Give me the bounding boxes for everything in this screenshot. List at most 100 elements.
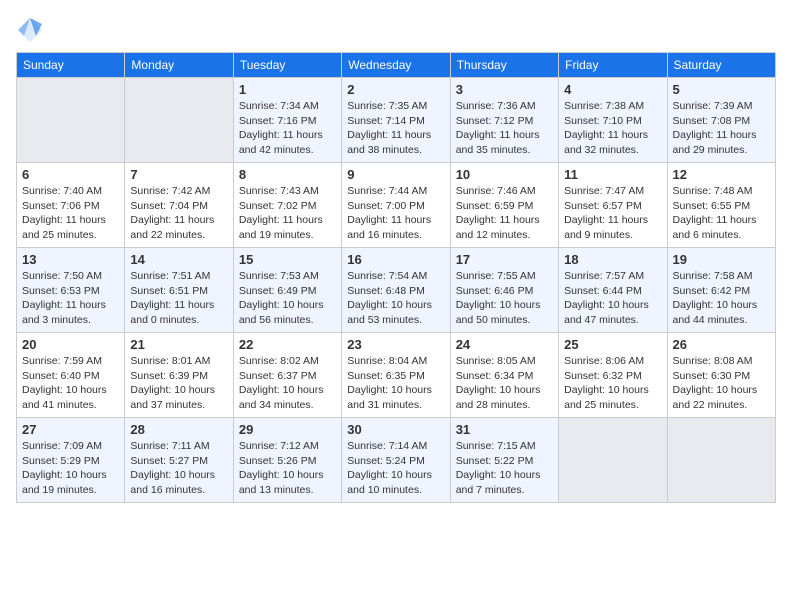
day-info: Sunrise: 7:35 AM Sunset: 7:14 PM Dayligh… (347, 99, 444, 158)
calendar-day-cell: 2 Sunrise: 7:35 AM Sunset: 7:14 PM Daylig… (342, 78, 450, 163)
calendar-day-cell: 15 Sunrise: 7:53 AM Sunset: 6:49 PM Dayli… (233, 248, 341, 333)
day-info: Sunrise: 8:05 AM Sunset: 6:34 PM Dayligh… (456, 354, 553, 413)
calendar-day-cell: 30 Sunrise: 7:14 AM Sunset: 5:24 PM Dayli… (342, 418, 450, 503)
calendar-day-cell: 21 Sunrise: 8:01 AM Sunset: 6:39 PM Dayli… (125, 333, 233, 418)
day-number: 26 (673, 337, 770, 352)
day-info: Sunrise: 7:43 AM Sunset: 7:02 PM Dayligh… (239, 184, 336, 243)
calendar-day-cell: 10 Sunrise: 7:46 AM Sunset: 6:59 PM Dayli… (450, 163, 558, 248)
calendar-day-cell: 28 Sunrise: 7:11 AM Sunset: 5:27 PM Dayli… (125, 418, 233, 503)
day-number: 5 (673, 82, 770, 97)
calendar-day-cell: 16 Sunrise: 7:54 AM Sunset: 6:48 PM Dayli… (342, 248, 450, 333)
day-number: 28 (130, 422, 227, 437)
weekday-header-row: SundayMondayTuesdayWednesdayThursdayFrid… (17, 53, 776, 78)
day-info: Sunrise: 7:51 AM Sunset: 6:51 PM Dayligh… (130, 269, 227, 328)
header (16, 16, 776, 44)
day-number: 25 (564, 337, 661, 352)
day-info: Sunrise: 7:55 AM Sunset: 6:46 PM Dayligh… (456, 269, 553, 328)
calendar-day-cell: 18Sunrise: 7:57 AM Sunset: 6:44 PM Dayli… (559, 248, 667, 333)
calendar-day-cell (559, 418, 667, 503)
day-number: 1 (239, 82, 336, 97)
day-number: 31 (456, 422, 553, 437)
calendar-day-cell: 12 Sunrise: 7:48 AM Sunset: 6:55 PM Dayli… (667, 163, 775, 248)
calendar-day-cell: 29 Sunrise: 7:12 AM Sunset: 5:26 PM Dayli… (233, 418, 341, 503)
day-number: 3 (456, 82, 553, 97)
day-info: Sunrise: 8:04 AM Sunset: 6:35 PM Dayligh… (347, 354, 444, 413)
weekday-header-friday: Friday (559, 53, 667, 78)
calendar-day-cell: 7Sunrise: 7:42 AM Sunset: 7:04 PM Daylig… (125, 163, 233, 248)
day-number: 23 (347, 337, 444, 352)
weekday-header-thursday: Thursday (450, 53, 558, 78)
day-number: 16 (347, 252, 444, 267)
day-info: Sunrise: 7:54 AM Sunset: 6:48 PM Dayligh… (347, 269, 444, 328)
calendar-day-cell: 25 Sunrise: 8:06 AM Sunset: 6:32 PM Dayli… (559, 333, 667, 418)
calendar-day-cell: 14Sunrise: 7:51 AM Sunset: 6:51 PM Dayli… (125, 248, 233, 333)
day-number: 29 (239, 422, 336, 437)
day-number: 10 (456, 167, 553, 182)
day-number: 12 (673, 167, 770, 182)
day-number: 8 (239, 167, 336, 182)
day-info: Sunrise: 7:40 AM Sunset: 7:06 PM Dayligh… (22, 184, 119, 243)
day-number: 4 (564, 82, 661, 97)
weekday-header-saturday: Saturday (667, 53, 775, 78)
day-info: Sunrise: 7:34 AM Sunset: 7:16 PM Dayligh… (239, 99, 336, 158)
day-number: 20 (22, 337, 119, 352)
calendar-day-cell: 20 Sunrise: 7:59 AM Sunset: 6:40 PM Dayli… (17, 333, 125, 418)
day-number: 18 (564, 252, 661, 267)
day-info: Sunrise: 7:58 AM Sunset: 6:42 PM Dayligh… (673, 269, 770, 328)
calendar-day-cell: 1 Sunrise: 7:34 AM Sunset: 7:16 PM Daylig… (233, 78, 341, 163)
day-number: 27 (22, 422, 119, 437)
calendar-day-cell: 9 Sunrise: 7:44 AM Sunset: 7:00 PM Daylig… (342, 163, 450, 248)
day-number: 7 (130, 167, 227, 182)
day-number: 11 (564, 167, 661, 182)
calendar-day-cell (125, 78, 233, 163)
day-number: 21 (130, 337, 227, 352)
calendar-day-cell: 24Sunrise: 8:05 AM Sunset: 6:34 PM Dayli… (450, 333, 558, 418)
day-info: Sunrise: 7:48 AM Sunset: 6:55 PM Dayligh… (673, 184, 770, 243)
calendar-day-cell: 26 Sunrise: 8:08 AM Sunset: 6:30 PM Dayli… (667, 333, 775, 418)
calendar-day-cell: 6 Sunrise: 7:40 AM Sunset: 7:06 PM Daylig… (17, 163, 125, 248)
day-info: Sunrise: 7:38 AM Sunset: 7:10 PM Dayligh… (564, 99, 661, 158)
day-info: Sunrise: 7:36 AM Sunset: 7:12 PM Dayligh… (456, 99, 553, 158)
day-number: 9 (347, 167, 444, 182)
day-info: Sunrise: 7:11 AM Sunset: 5:27 PM Dayligh… (130, 439, 227, 498)
calendar-day-cell: 11Sunrise: 7:47 AM Sunset: 6:57 PM Dayli… (559, 163, 667, 248)
weekday-header-tuesday: Tuesday (233, 53, 341, 78)
day-info: Sunrise: 8:06 AM Sunset: 6:32 PM Dayligh… (564, 354, 661, 413)
calendar-day-cell: 27 Sunrise: 7:09 AM Sunset: 5:29 PM Dayli… (17, 418, 125, 503)
calendar-week-row: 6 Sunrise: 7:40 AM Sunset: 7:06 PM Daylig… (17, 163, 776, 248)
day-info: Sunrise: 7:39 AM Sunset: 7:08 PM Dayligh… (673, 99, 770, 158)
calendar-day-cell (17, 78, 125, 163)
day-info: Sunrise: 7:46 AM Sunset: 6:59 PM Dayligh… (456, 184, 553, 243)
day-number: 17 (456, 252, 553, 267)
weekday-header-wednesday: Wednesday (342, 53, 450, 78)
weekday-header-monday: Monday (125, 53, 233, 78)
day-info: Sunrise: 7:15 AM Sunset: 5:22 PM Dayligh… (456, 439, 553, 498)
day-info: Sunrise: 7:59 AM Sunset: 6:40 PM Dayligh… (22, 354, 119, 413)
logo (16, 16, 48, 44)
day-info: Sunrise: 7:12 AM Sunset: 5:26 PM Dayligh… (239, 439, 336, 498)
day-number: 6 (22, 167, 119, 182)
calendar-day-cell: 8 Sunrise: 7:43 AM Sunset: 7:02 PM Daylig… (233, 163, 341, 248)
day-number: 15 (239, 252, 336, 267)
day-info: Sunrise: 7:50 AM Sunset: 6:53 PM Dayligh… (22, 269, 119, 328)
calendar-day-cell: 31 Sunrise: 7:15 AM Sunset: 5:22 PM Dayli… (450, 418, 558, 503)
day-info: Sunrise: 8:02 AM Sunset: 6:37 PM Dayligh… (239, 354, 336, 413)
day-info: Sunrise: 7:53 AM Sunset: 6:49 PM Dayligh… (239, 269, 336, 328)
day-info: Sunrise: 7:14 AM Sunset: 5:24 PM Dayligh… (347, 439, 444, 498)
day-info: Sunrise: 8:08 AM Sunset: 6:30 PM Dayligh… (673, 354, 770, 413)
day-info: Sunrise: 8:01 AM Sunset: 6:39 PM Dayligh… (130, 354, 227, 413)
calendar-day-cell: 19 Sunrise: 7:58 AM Sunset: 6:42 PM Dayli… (667, 248, 775, 333)
day-number: 30 (347, 422, 444, 437)
calendar-day-cell: 13 Sunrise: 7:50 AM Sunset: 6:53 PM Dayli… (17, 248, 125, 333)
day-number: 19 (673, 252, 770, 267)
calendar-week-row: 1 Sunrise: 7:34 AM Sunset: 7:16 PM Daylig… (17, 78, 776, 163)
day-info: Sunrise: 7:44 AM Sunset: 7:00 PM Dayligh… (347, 184, 444, 243)
calendar-day-cell: 17 Sunrise: 7:55 AM Sunset: 6:46 PM Dayli… (450, 248, 558, 333)
calendar-week-row: 27 Sunrise: 7:09 AM Sunset: 5:29 PM Dayli… (17, 418, 776, 503)
day-number: 13 (22, 252, 119, 267)
calendar-day-cell: 22Sunrise: 8:02 AM Sunset: 6:37 PM Dayli… (233, 333, 341, 418)
logo-icon (16, 16, 44, 44)
day-number: 2 (347, 82, 444, 97)
calendar-week-row: 20 Sunrise: 7:59 AM Sunset: 6:40 PM Dayli… (17, 333, 776, 418)
day-info: Sunrise: 7:09 AM Sunset: 5:29 PM Dayligh… (22, 439, 119, 498)
